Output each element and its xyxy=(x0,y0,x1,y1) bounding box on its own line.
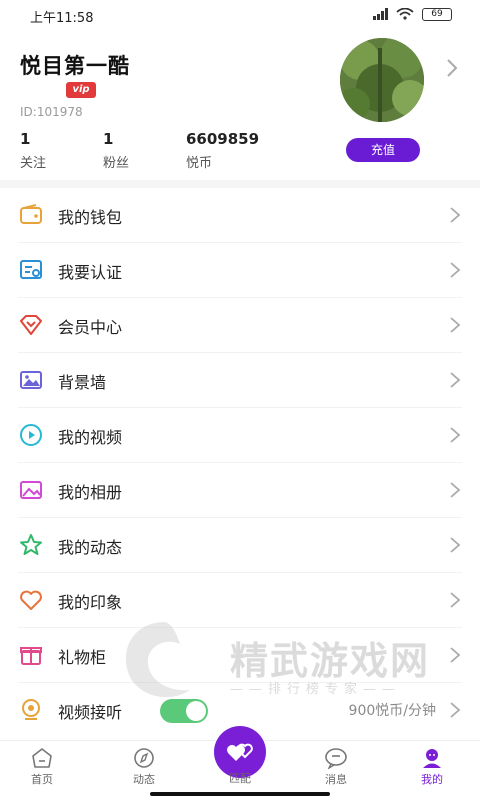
menu-label: 我的印象 xyxy=(58,593,123,612)
user-id: ID:101978 xyxy=(20,105,83,119)
diamond-icon xyxy=(20,315,42,335)
menu-item-certification[interactable]: 我要认证 xyxy=(18,243,462,298)
status-time: 上午11:58 xyxy=(30,11,94,26)
menu-item-gift-cabinet[interactable]: 礼物柜 xyxy=(18,628,462,683)
menu-label: 会员中心 xyxy=(58,318,123,337)
chevron-right-icon[interactable] xyxy=(444,58,460,78)
menu-label: 礼物柜 xyxy=(58,648,107,667)
menu-label: 我的视频 xyxy=(58,428,123,447)
battery-indicator: 69 xyxy=(422,8,452,21)
wallet-icon xyxy=(20,204,42,224)
menu-item-my-impressions[interactable]: 我的印象 xyxy=(18,573,462,628)
tab-label: 我的 xyxy=(421,773,443,786)
home-icon xyxy=(32,748,52,768)
certification-icon xyxy=(20,260,42,279)
tab-label: 首页 xyxy=(31,773,53,786)
gift-icon xyxy=(20,647,42,665)
toggle-knob xyxy=(186,701,206,721)
chevron-right-icon xyxy=(450,537,461,553)
chevron-right-icon xyxy=(450,482,461,498)
tab-moments[interactable]: 动态 xyxy=(104,741,184,789)
status-bar: 上午11:58 69 xyxy=(0,0,480,30)
heart-icon xyxy=(20,590,42,610)
signal-icon xyxy=(373,8,388,20)
avatar[interactable] xyxy=(340,38,424,122)
profile-icon xyxy=(423,749,441,768)
following-count[interactable]: 1 xyxy=(20,130,30,148)
video-price: 900悦币/分钟 xyxy=(348,703,436,719)
avatar-image xyxy=(340,38,424,122)
following-label: 关注 xyxy=(20,156,47,171)
chevron-right-icon xyxy=(450,702,461,718)
menu-label: 我的动态 xyxy=(58,538,123,557)
camera-icon xyxy=(22,699,40,720)
menu-item-my-videos[interactable]: 我的视频 xyxy=(18,408,462,463)
menu-item-wallet[interactable]: 我的钱包 xyxy=(18,188,462,243)
home-indicator xyxy=(150,792,330,796)
wifi-icon xyxy=(396,8,414,20)
menu-label: 视频接听 xyxy=(58,703,123,722)
tab-label: 消息 xyxy=(325,773,347,786)
menu-label: 我要认证 xyxy=(58,263,123,282)
fans-count[interactable]: 1 xyxy=(103,130,113,148)
tab-match-label: 匹配 xyxy=(229,772,251,785)
tab-home[interactable]: 首页 xyxy=(2,741,82,789)
chevron-right-icon xyxy=(450,427,461,443)
tab-mine[interactable]: 我的 xyxy=(392,741,472,789)
video-icon xyxy=(20,424,42,446)
menu-item-vip-center[interactable]: 会员中心 xyxy=(18,298,462,353)
menu-item-my-album[interactable]: 我的相册 xyxy=(18,463,462,518)
vip-badge: vip xyxy=(66,82,96,98)
recharge-button[interactable]: 充值 xyxy=(346,138,420,162)
menu-label: 我的相册 xyxy=(58,483,123,502)
chevron-right-icon xyxy=(450,262,461,278)
album-icon xyxy=(20,481,42,499)
menu-list: 我的钱包 我要认证 会员中心 背景墙 我的视频 我的相册 我的动态 我的印象 礼… xyxy=(0,188,480,738)
menu-label: 我的钱包 xyxy=(58,208,123,227)
menu-item-background-wall[interactable]: 背景墙 xyxy=(18,353,462,408)
chevron-right-icon xyxy=(450,592,461,608)
chevron-right-icon xyxy=(450,647,461,663)
menu-label: 背景墙 xyxy=(58,373,107,392)
nickname: 悦目第一酷 xyxy=(20,54,130,78)
image-wall-icon xyxy=(20,371,42,389)
chevron-right-icon xyxy=(450,317,461,333)
fans-label: 粉丝 xyxy=(103,156,130,171)
section-divider xyxy=(0,180,480,188)
message-icon xyxy=(325,748,347,769)
tab-label: 动态 xyxy=(133,773,155,786)
coins-label: 悦币 xyxy=(186,156,213,171)
tab-messages[interactable]: 消息 xyxy=(296,741,376,789)
chevron-right-icon xyxy=(450,372,461,388)
star-icon xyxy=(20,534,42,555)
chevron-right-icon xyxy=(450,207,461,223)
coins-count[interactable]: 6609859 xyxy=(186,130,259,148)
video-answer-toggle[interactable] xyxy=(160,699,208,723)
menu-item-my-moments[interactable]: 我的动态 xyxy=(18,518,462,573)
compass-icon xyxy=(134,748,154,768)
profile-header[interactable]: 悦目第一酷 vip ID:101978 1 关注 1 粉丝 6609859 悦币… xyxy=(0,30,480,180)
